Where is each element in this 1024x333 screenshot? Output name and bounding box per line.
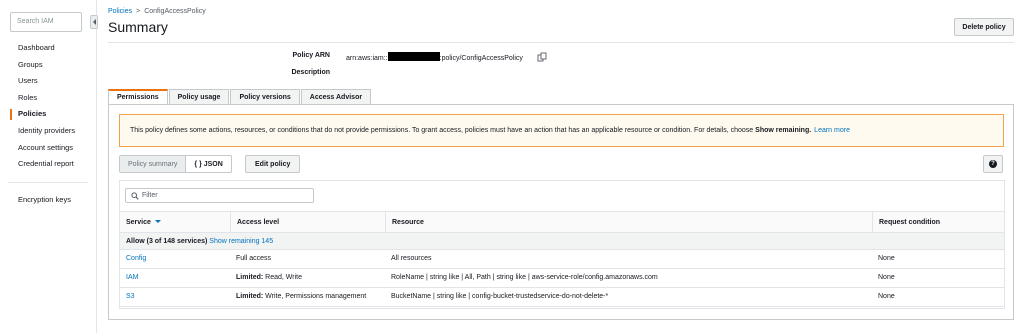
copy-icon[interactable] bbox=[537, 52, 547, 62]
delete-policy-button[interactable]: Delete policy bbox=[954, 18, 1014, 36]
search-icon bbox=[131, 191, 139, 200]
access-level-cell: Full access bbox=[230, 250, 271, 268]
sidebar: Search IAM Dashboard Groups Users Roles … bbox=[0, 0, 97, 333]
sidebar-item-users[interactable]: Users bbox=[0, 73, 96, 90]
column-request-condition[interactable]: Request condition bbox=[872, 212, 1004, 233]
resource-cell: All resources bbox=[391, 255, 432, 262]
access-level-value: Full access bbox=[236, 255, 272, 262]
sidebar-collapse-button[interactable] bbox=[90, 15, 98, 29]
policy-arn-label: Policy ARN bbox=[292, 52, 330, 59]
policy-arn-value: arn:aws:iam:::policy/ConfigAccessPolicy bbox=[346, 52, 523, 62]
access-level-cell: Limited: Read, Write bbox=[230, 269, 302, 287]
table-row: Config Full access All resources None bbox=[120, 250, 1004, 269]
service-link[interactable]: S3 bbox=[120, 288, 135, 306]
filter-placeholder: Filter bbox=[142, 192, 158, 199]
condition-cell: None bbox=[878, 293, 895, 300]
sidebar-item-policies[interactable]: Policies bbox=[0, 106, 96, 123]
column-resource[interactable]: Resource bbox=[385, 212, 872, 233]
column-service-label: Service bbox=[126, 219, 151, 226]
sidebar-item-groups[interactable]: Groups bbox=[0, 57, 96, 74]
breadcrumb-current: ConfigAccessPolicy bbox=[144, 8, 206, 15]
sidebar-nav: Dashboard Groups Users Roles Policies Id… bbox=[0, 40, 96, 208]
permissions-panel: This policy defines some actions, resour… bbox=[108, 104, 1014, 320]
tab-policy-versions[interactable]: Policy versions bbox=[230, 89, 300, 104]
help-button[interactable]: ? bbox=[983, 155, 1003, 173]
access-level-cell: Limited: Write, Permissions management bbox=[230, 288, 366, 306]
page-title: Summary bbox=[108, 19, 168, 35]
sidebar-item-account-settings[interactable]: Account settings bbox=[0, 140, 96, 157]
table-row: IAM Limited: Read, Write RoleName | stri… bbox=[120, 269, 1004, 288]
tab-policy-usage[interactable]: Policy usage bbox=[168, 89, 230, 104]
view-toggle: Policy summary { } JSON bbox=[119, 155, 232, 173]
edit-policy-button[interactable]: Edit policy bbox=[245, 155, 301, 173]
resource-cell: RoleName | string like | All, Path | str… bbox=[391, 274, 658, 281]
allow-group-row: Allow (3 of 148 services) Show remaining… bbox=[120, 233, 1004, 250]
access-level-value: Write, Permissions management bbox=[263, 293, 367, 300]
condition-cell: None bbox=[878, 274, 895, 281]
tab-permissions[interactable]: Permissions bbox=[108, 89, 168, 104]
tab-access-advisor[interactable]: Access Advisor bbox=[300, 89, 372, 104]
alert-text: This policy defines some actions, resour… bbox=[130, 127, 754, 134]
arn-suffix: :policy/ConfigAccessPolicy bbox=[439, 55, 523, 62]
access-level-qualifier: Limited: bbox=[236, 274, 264, 281]
chevron-left-icon bbox=[92, 19, 96, 25]
redacted-account-id bbox=[387, 52, 440, 61]
learn-more-link[interactable]: Learn more bbox=[814, 127, 850, 134]
sidebar-item-encryption-keys[interactable]: Encryption keys bbox=[0, 192, 96, 209]
description-label: Description bbox=[291, 69, 330, 76]
search-input[interactable]: Search IAM bbox=[10, 12, 82, 32]
header-divider bbox=[108, 42, 1014, 43]
filter-input[interactable]: Filter bbox=[125, 188, 314, 203]
table-row: S3 Limited: Write, Permissions managemen… bbox=[120, 288, 1004, 307]
access-level-value: Read, Write bbox=[263, 274, 303, 281]
sidebar-divider bbox=[8, 181, 88, 183]
policy-summary-table: Filter Service Access level Resource Req… bbox=[119, 180, 1005, 309]
warning-alert: This policy defines some actions, resour… bbox=[119, 114, 1004, 147]
help-icon: ? bbox=[989, 160, 997, 168]
column-access-level[interactable]: Access level bbox=[230, 212, 385, 233]
show-remaining-link[interactable]: Show remaining 145 bbox=[209, 238, 273, 245]
condition-cell: None bbox=[878, 255, 895, 262]
service-link[interactable]: IAM bbox=[120, 269, 138, 287]
arn-prefix: arn:aws:iam:: bbox=[346, 55, 388, 62]
sidebar-item-dashboard[interactable]: Dashboard bbox=[0, 40, 96, 57]
alert-bold-text: Show remaining. bbox=[755, 127, 812, 134]
resource-cell: BucketName | string like | config-bucket… bbox=[391, 293, 609, 300]
sidebar-item-roles[interactable]: Roles bbox=[0, 90, 96, 107]
json-button[interactable]: { } JSON bbox=[186, 155, 232, 173]
access-level-qualifier: Limited: bbox=[236, 293, 264, 300]
sort-desc-icon bbox=[154, 220, 161, 223]
sidebar-item-identity-providers[interactable]: Identity providers bbox=[0, 123, 96, 140]
column-service[interactable]: Service bbox=[120, 212, 230, 233]
allow-group-label: Allow (3 of 148 services) bbox=[126, 238, 208, 245]
breadcrumb: Policies > ConfigAccessPolicy bbox=[108, 8, 206, 15]
table-header: Service Access level Resource Request co… bbox=[120, 211, 1004, 233]
breadcrumb-separator: > bbox=[136, 8, 141, 15]
policy-summary-button[interactable]: Policy summary bbox=[119, 155, 187, 173]
breadcrumb-policies-link[interactable]: Policies bbox=[108, 8, 132, 15]
service-link[interactable]: Config bbox=[120, 250, 146, 268]
tab-bar: Permissions Policy usage Policy versions… bbox=[108, 89, 372, 104]
sidebar-item-credential-report[interactable]: Credential report bbox=[0, 156, 96, 173]
